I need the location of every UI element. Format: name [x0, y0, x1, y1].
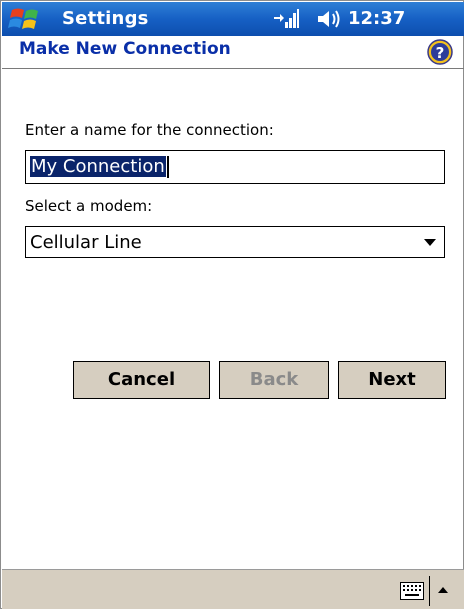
bottom-menu-bar — [2, 569, 464, 609]
help-icon[interactable]: ? — [427, 39, 453, 65]
connection-name-value: My Connection — [30, 156, 166, 177]
keyboard-icon[interactable] — [400, 582, 424, 600]
signal-icon[interactable] — [272, 7, 300, 31]
modem-label: Select a modem: — [25, 197, 153, 215]
modem-select[interactable]: Cellular Line — [25, 226, 445, 258]
clock[interactable]: 12:37 — [348, 8, 405, 29]
app-title: Settings — [62, 8, 149, 29]
page-title: Make New Connection — [19, 39, 231, 59]
title-bar: Settings 12:37 — [2, 2, 464, 36]
svg-text:?: ? — [436, 44, 445, 62]
bottom-bar-divider — [429, 576, 430, 606]
modem-select-value: Cellular Line — [30, 232, 142, 253]
text-caret — [166, 156, 169, 178]
back-button[interactable]: Back — [219, 361, 329, 399]
cancel-button[interactable]: Cancel — [73, 361, 210, 399]
input-menu-arrow-icon[interactable] — [438, 587, 448, 593]
connection-name-label: Enter a name for the connection: — [25, 121, 274, 139]
device-screen: Settings 12:37 Make New Connection ? Ent… — [0, 0, 464, 609]
volume-icon[interactable] — [316, 8, 342, 30]
next-button[interactable]: Next — [338, 361, 446, 399]
header-divider — [2, 68, 464, 69]
chevron-down-icon[interactable] — [424, 239, 436, 246]
connection-name-input[interactable]: My Connection — [25, 150, 445, 184]
windows-start-icon[interactable] — [8, 6, 42, 32]
